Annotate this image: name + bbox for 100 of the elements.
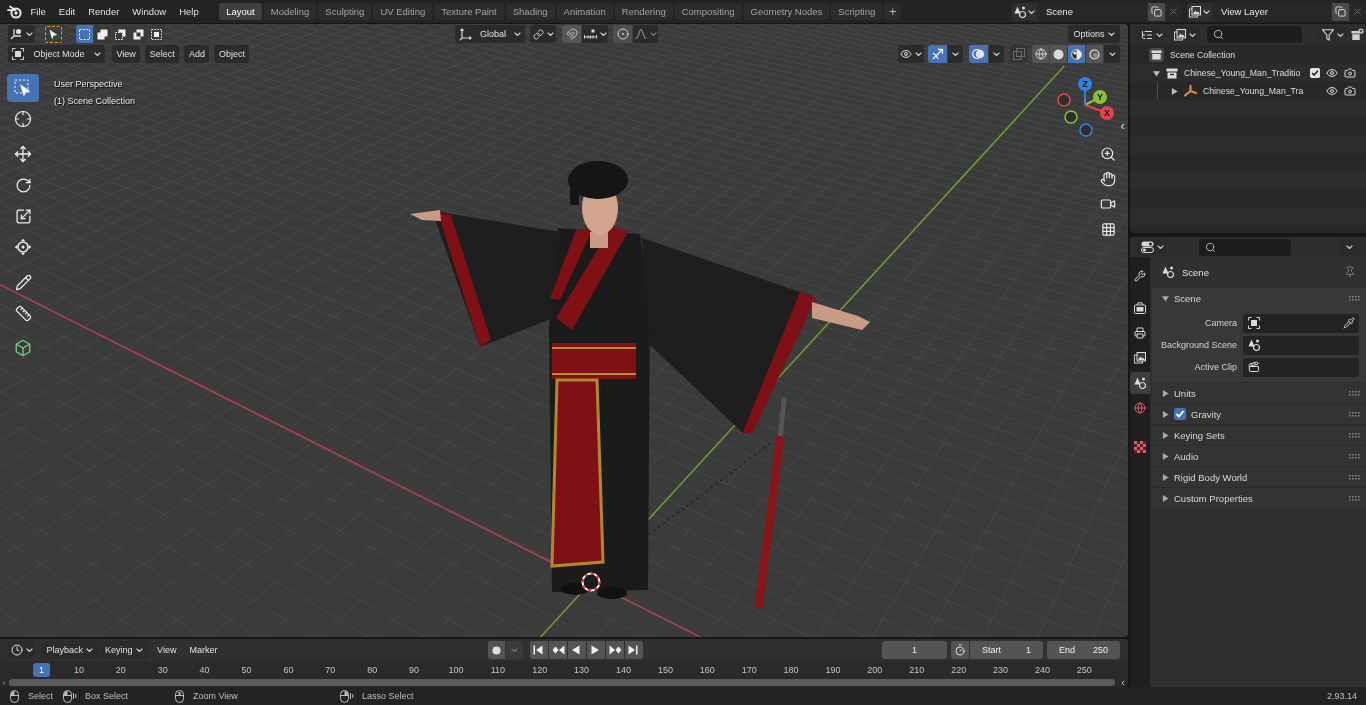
- panel-title[interactable]: Scene: [1174, 292, 1201, 304]
- shading-mode-button[interactable]: [1050, 45, 1067, 63]
- expand-arrow-icon[interactable]: [1162, 410, 1169, 418]
- pivot-point-dropdown[interactable]: [530, 25, 556, 43]
- auto-keying-toggle[interactable]: [488, 641, 506, 659]
- workspace-tab[interactable]: Animation: [556, 3, 613, 20]
- workspace-tab[interactable]: Geometry Nodes: [743, 3, 830, 20]
- workspace-tab[interactable]: Modeling: [263, 3, 317, 20]
- expand-arrow-icon[interactable]: [1153, 69, 1160, 77]
- selection-mode-button[interactable]: [148, 25, 165, 43]
- eyedropper-icon[interactable]: [1343, 317, 1355, 329]
- checkbox[interactable]: [1174, 408, 1186, 420]
- selection-mode-button[interactable]: [130, 25, 147, 43]
- eye-icon[interactable]: [1326, 85, 1338, 97]
- pin-icon[interactable]: [1344, 266, 1356, 278]
- menu-item[interactable]: Edit: [52, 2, 82, 21]
- chevron-left-icon[interactable]: [1119, 678, 1127, 687]
- visibility-dropdown[interactable]: [898, 45, 924, 63]
- snap-target-dropdown[interactable]: [582, 25, 608, 43]
- menu-item[interactable]: Help: [172, 2, 206, 21]
- grid-icon[interactable]: [1100, 221, 1116, 237]
- add-workspace-button[interactable]: +: [884, 3, 902, 20]
- scene-browse-button[interactable]: [1012, 2, 1037, 21]
- editor-type-dropdown[interactable]: [8, 25, 35, 43]
- drag-handle-icon[interactable]: [1349, 411, 1360, 417]
- panel-title[interactable]: Custom Properties: [1174, 492, 1253, 504]
- close-icon[interactable]: [1352, 6, 1363, 17]
- active-tool-button[interactable]: [45, 25, 62, 43]
- end-frame-field[interactable]: End 250: [1047, 641, 1120, 659]
- expand-arrow-icon[interactable]: [1162, 294, 1169, 302]
- playback-button[interactable]: [530, 641, 549, 659]
- axis-end-icon[interactable]: [1079, 123, 1093, 137]
- workspace-tab[interactable]: Scripting: [831, 3, 883, 20]
- panel-title[interactable]: Keying Sets: [1174, 429, 1225, 441]
- expand-arrow-icon[interactable]: [1162, 431, 1169, 439]
- hand-icon[interactable]: [1100, 171, 1116, 187]
- shading-mode-button[interactable]: [1086, 45, 1103, 63]
- workspace-tab[interactable]: Rendering: [614, 3, 673, 20]
- app-logo-icon[interactable]: [7, 4, 22, 19]
- axis-end-icon[interactable]: [1064, 110, 1078, 124]
- axis-end-icon[interactable]: [1057, 93, 1071, 107]
- snap-toggle[interactable]: [562, 25, 581, 43]
- playback-button[interactable]: [625, 641, 644, 659]
- overlay-dropdown[interactable]: [989, 45, 1004, 63]
- expand-arrow-icon[interactable]: [1162, 494, 1169, 502]
- close-icon[interactable]: [1168, 6, 1179, 17]
- panel-title[interactable]: Rigid Body World: [1174, 471, 1248, 483]
- gizmo-dropdown[interactable]: [948, 45, 963, 63]
- menu-item[interactable]: View: [112, 45, 141, 63]
- falloff-dropdown[interactable]: [633, 25, 658, 43]
- search-field[interactable]: [1199, 238, 1291, 256]
- axis-dot-icon[interactable]: [1093, 90, 1107, 104]
- expand-arrow-icon[interactable]: [1171, 87, 1178, 95]
- orientation-dropdown[interactable]: Global: [455, 25, 525, 43]
- properties-tab[interactable]: [1130, 372, 1150, 394]
- outliner-item-label[interactable]: Chinese_Young_Man_Traditio: [1184, 68, 1301, 78]
- selection-mode-button[interactable]: [94, 25, 111, 43]
- options-dropdown[interactable]: Options: [1068, 25, 1120, 43]
- workspace-tab[interactable]: UV Editing: [373, 3, 433, 20]
- timeline-scrollbar[interactable]: [9, 679, 1115, 686]
- selection-mode-button[interactable]: [112, 25, 129, 43]
- axis-dot-icon[interactable]: [1078, 77, 1092, 91]
- gizmo-toggle[interactable]: [928, 45, 947, 63]
- overlay-toggle[interactable]: [969, 45, 988, 63]
- drag-handle-icon[interactable]: [1349, 295, 1360, 301]
- menu-item[interactable]: File: [24, 2, 53, 21]
- drag-handle-icon[interactable]: [1349, 495, 1360, 501]
- drag-handle-icon[interactable]: [1349, 453, 1360, 459]
- search-field[interactable]: [1207, 26, 1302, 43]
- clip-picker-field[interactable]: [1243, 357, 1359, 377]
- menu-dropdown[interactable]: Keying: [99, 641, 149, 659]
- start-frame-field[interactable]: Start 1: [970, 641, 1043, 659]
- expand-arrow-icon[interactable]: [1162, 452, 1169, 460]
- scene-picker-field[interactable]: [1243, 335, 1359, 355]
- checkbox[interactable]: [1310, 68, 1320, 78]
- menu-item[interactable]: Add: [184, 45, 210, 63]
- tool-button[interactable]: [7, 74, 39, 102]
- playback-button[interactable]: [549, 641, 568, 659]
- menu-item[interactable]: Object: [214, 45, 250, 63]
- workspace-tab[interactable]: Shading: [505, 3, 555, 20]
- drag-handle-icon[interactable]: [1349, 390, 1360, 396]
- workspace-tab[interactable]: Layout: [219, 3, 262, 20]
- menu-item[interactable]: Marker: [184, 641, 223, 659]
- playhead-marker[interactable]: 1: [33, 662, 50, 677]
- drag-handle-icon[interactable]: [1349, 474, 1360, 480]
- menu-item[interactable]: Select: [145, 45, 180, 63]
- duplicate-button[interactable]: [1148, 2, 1165, 21]
- mode-dropdown[interactable]: Object Mode: [8, 45, 105, 63]
- video-camera-icon[interactable]: [1100, 196, 1116, 212]
- workspace-tab[interactable]: Sculpting: [318, 3, 372, 20]
- current-frame-field[interactable]: 1: [882, 641, 947, 659]
- chevron-left-icon[interactable]: [1118, 122, 1127, 131]
- menu-item[interactable]: Render: [81, 2, 126, 21]
- scene-name-field[interactable]: Scene: [1037, 2, 1148, 21]
- playback-button[interactable]: [587, 641, 606, 659]
- selection-mode-button[interactable]: [76, 25, 93, 43]
- outliner-item-label[interactable]: Scene Collection: [1170, 50, 1236, 60]
- drag-handle-icon[interactable]: [1349, 432, 1360, 438]
- view-layer-browse-button[interactable]: [1187, 2, 1212, 21]
- view-layer-name-field[interactable]: View Layer: [1212, 2, 1332, 21]
